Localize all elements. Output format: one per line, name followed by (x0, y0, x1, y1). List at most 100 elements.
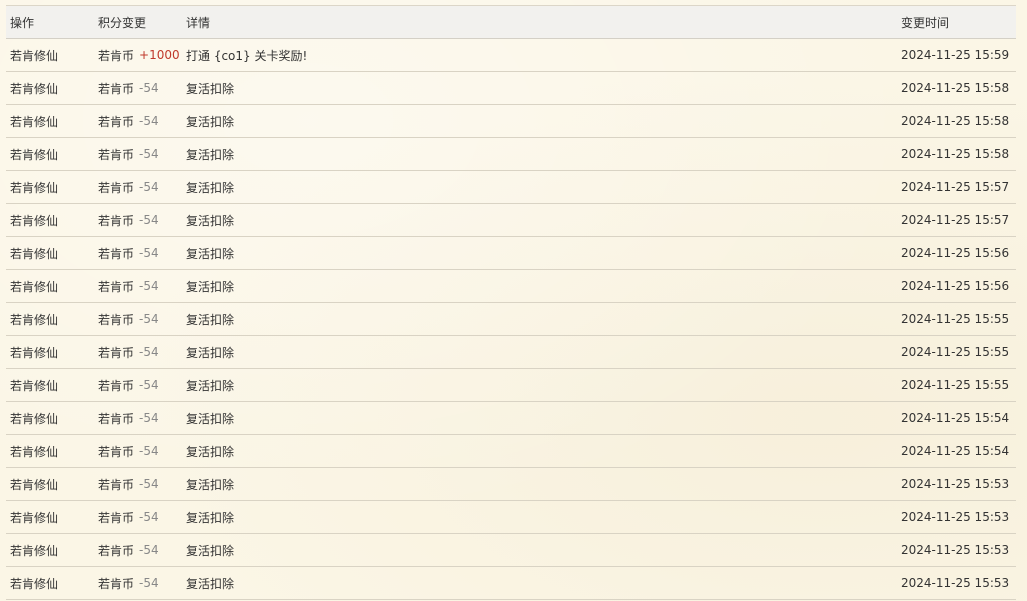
header-op: 操作 (10, 15, 35, 30)
row-amount: -54 (139, 147, 159, 161)
row-time: 2024-11-25 15:56 (901, 246, 1010, 260)
row-change: 若肯币 -54 (98, 534, 182, 566)
row-time: 2024-11-25 15:55 (901, 312, 1010, 326)
row-change: 若肯币 -54 (98, 204, 182, 236)
row-detail: 复活扣除 (186, 477, 235, 492)
row-amount: -54 (139, 114, 159, 128)
row-detail: 复活扣除 (186, 510, 235, 525)
row-currency: 若肯币 (98, 444, 135, 459)
row-currency: 若肯币 (98, 48, 135, 63)
row-change: 若肯币 -54 (98, 468, 182, 500)
row-time: 2024-11-25 15:58 (901, 81, 1010, 95)
points-history-page: 操作 积分变更 详情 变更时间 若肯修仙 若肯币 +1000 打通 {co1} 关卡奖… (0, 0, 1027, 601)
row-op: 若肯修仙 (10, 48, 59, 63)
row-op: 若肯修仙 (10, 345, 59, 360)
row-op: 若肯修仙 (10, 279, 59, 294)
row-detail: 复活扣除 (186, 345, 235, 360)
row-op: 若肯修仙 (10, 543, 59, 558)
row-currency: 若肯币 (98, 180, 135, 195)
row-detail: 复活扣除 (186, 543, 235, 558)
row-time: 2024-11-25 15:53 (901, 510, 1010, 524)
row-time: 2024-11-25 15:59 (901, 48, 1010, 62)
table-row: 若肯修仙 若肯币 -54 复活扣除 2024-11-25 15:57 (6, 204, 1016, 237)
row-amount: -54 (139, 510, 159, 524)
row-amount: -54 (139, 543, 159, 557)
row-op: 若肯修仙 (10, 378, 59, 393)
header-change: 积分变更 (98, 15, 147, 30)
row-currency: 若肯币 (98, 81, 135, 96)
row-change: 若肯币 -54 (98, 402, 182, 434)
row-time: 2024-11-25 15:56 (901, 279, 1010, 293)
row-detail: 复活扣除 (186, 114, 235, 129)
row-amount: -54 (139, 81, 159, 95)
table-row: 若肯修仙 若肯币 -54 复活扣除 2024-11-25 15:53 (6, 534, 1016, 567)
row-currency: 若肯币 (98, 543, 135, 558)
row-amount: -54 (139, 312, 159, 326)
table-row: 若肯修仙 若肯币 +1000 打通 {co1} 关卡奖励! 2024-11-25 15:… (6, 39, 1016, 72)
row-change: 若肯币 -54 (98, 303, 182, 335)
header-detail: 详情 (186, 15, 211, 30)
row-change: 若肯币 -54 (98, 336, 182, 368)
table-row: 若肯修仙 若肯币 -54 复活扣除 2024-11-25 15:58 (6, 105, 1016, 138)
row-currency: 若肯币 (98, 378, 135, 393)
row-currency: 若肯币 (98, 147, 135, 162)
row-change: 若肯币 +1000 (98, 39, 182, 71)
row-currency: 若肯币 (98, 411, 135, 426)
row-amount: -54 (139, 279, 159, 293)
row-op: 若肯修仙 (10, 147, 59, 162)
row-currency: 若肯币 (98, 114, 135, 129)
row-op: 若肯修仙 (10, 81, 59, 96)
row-op: 若肯修仙 (10, 114, 59, 129)
table-row: 若肯修仙 若肯币 -54 复活扣除 2024-11-25 15:54 (6, 402, 1016, 435)
row-change: 若肯币 -54 (98, 435, 182, 467)
row-detail: 复活扣除 (186, 576, 235, 591)
row-time: 2024-11-25 15:55 (901, 378, 1010, 392)
row-amount: -54 (139, 246, 159, 260)
row-change: 若肯币 -54 (98, 171, 182, 203)
row-detail: 复活扣除 (186, 180, 235, 195)
row-detail: 复活扣除 (186, 312, 235, 327)
row-change: 若肯币 -54 (98, 72, 182, 104)
table-body: 若肯修仙 若肯币 +1000 打通 {co1} 关卡奖励! 2024-11-25 15:… (6, 39, 1016, 600)
row-detail: 复活扣除 (186, 411, 235, 426)
row-op: 若肯修仙 (10, 444, 59, 459)
row-detail: 复活扣除 (186, 378, 235, 393)
row-time: 2024-11-25 15:53 (901, 477, 1010, 491)
row-op: 若肯修仙 (10, 246, 59, 261)
row-time: 2024-11-25 15:53 (901, 543, 1010, 557)
row-amount: -54 (139, 444, 159, 458)
row-detail: 打通 {co1} 关卡奖励! (186, 48, 308, 63)
row-time: 2024-11-25 15:54 (901, 444, 1010, 458)
row-currency: 若肯币 (98, 246, 135, 261)
row-currency: 若肯币 (98, 477, 135, 492)
row-time: 2024-11-25 15:57 (901, 213, 1010, 227)
row-change: 若肯币 -54 (98, 105, 182, 137)
row-time: 2024-11-25 15:53 (901, 576, 1010, 590)
row-currency: 若肯币 (98, 576, 135, 591)
row-currency: 若肯币 (98, 312, 135, 327)
row-change: 若肯币 -54 (98, 369, 182, 401)
row-change: 若肯币 -54 (98, 567, 182, 599)
table-row: 若肯修仙 若肯币 -54 复活扣除 2024-11-25 15:53 (6, 468, 1016, 501)
row-detail: 复活扣除 (186, 147, 235, 162)
row-time: 2024-11-25 15:54 (901, 411, 1010, 425)
row-detail: 复活扣除 (186, 246, 235, 261)
row-currency: 若肯币 (98, 279, 135, 294)
row-time: 2024-11-25 15:55 (901, 345, 1010, 359)
row-change: 若肯币 -54 (98, 501, 182, 533)
row-amount: -54 (139, 576, 159, 590)
row-change: 若肯币 -54 (98, 237, 182, 269)
table-row: 若肯修仙 若肯币 -54 复活扣除 2024-11-25 15:58 (6, 138, 1016, 171)
row-detail: 复活扣除 (186, 213, 235, 228)
table-header-row: 操作 积分变更 详情 变更时间 (6, 6, 1016, 39)
row-amount: -54 (139, 477, 159, 491)
header-time: 变更时间 (901, 15, 950, 30)
row-amount: +1000 (139, 48, 180, 62)
row-amount: -54 (139, 180, 159, 194)
table-row: 若肯修仙 若肯币 -54 复活扣除 2024-11-25 15:56 (6, 270, 1016, 303)
row-currency: 若肯币 (98, 345, 135, 360)
table-row: 若肯修仙 若肯币 -54 复活扣除 2024-11-25 15:56 (6, 237, 1016, 270)
row-detail: 复活扣除 (186, 444, 235, 459)
table-row: 若肯修仙 若肯币 -54 复活扣除 2024-11-25 15:57 (6, 171, 1016, 204)
row-op: 若肯修仙 (10, 477, 59, 492)
